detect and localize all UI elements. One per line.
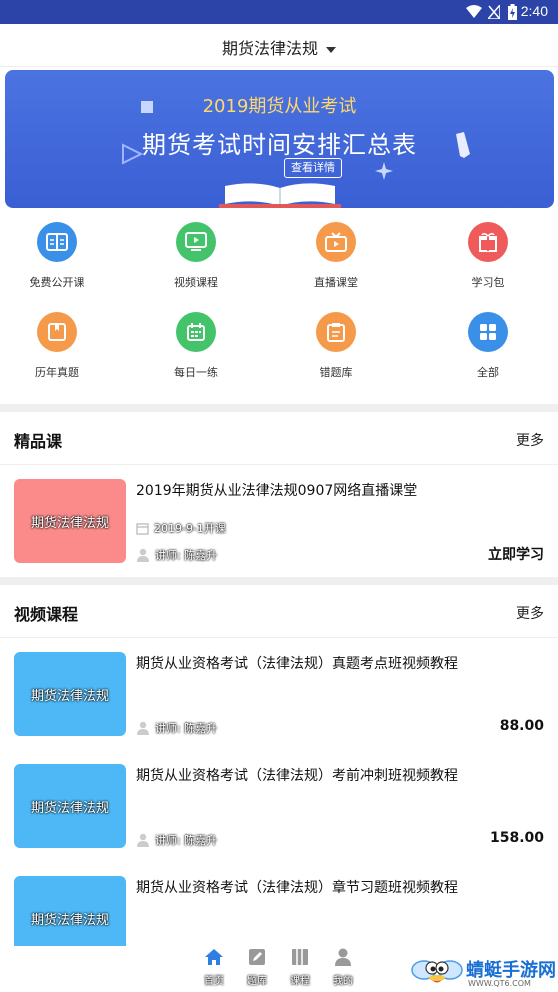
calendar-small-icon [136, 522, 149, 535]
subject-selector[interactable]: 期货法律法规 [0, 35, 558, 59]
teacher-name: 讲师: 陈嘉升 [155, 549, 218, 562]
status-bar: 2:40 [0, 0, 558, 24]
top-bar: 期货法律法规 [0, 24, 558, 67]
banner-title: 期货考试时间安排汇总表 [142, 131, 417, 159]
gift-package-icon [468, 222, 508, 262]
video-course-card[interactable]: 期货法律法规 期货从业资格考试（法律法规）真题考点班视频教程 讲师: 陈嘉升 8… [0, 638, 558, 750]
course-title: 期货从业资格考试（法律法规）章节习题班视频教程 [136, 880, 458, 896]
menu-label: 历年真题 [35, 366, 79, 379]
menu-label: 直播课堂 [314, 276, 358, 289]
featured-section-header: 精品课 更多 [0, 412, 558, 465]
video-course-icon [176, 222, 216, 262]
course-teacher: 讲师: 陈嘉升 [136, 720, 217, 736]
calendar-icon [176, 312, 216, 352]
menu-item-study-package[interactable]: 学习包 [418, 214, 558, 304]
section-divider [0, 404, 558, 412]
open-book-illustration [219, 183, 341, 208]
teacher-name: 讲师: 陈嘉升 [155, 834, 218, 847]
menu-item-daily-practice[interactable]: 每日一练 [126, 304, 266, 394]
home-icon [205, 949, 223, 965]
course-date: 2019-9-1开课 [136, 520, 226, 536]
signal-off-icon [488, 5, 500, 19]
featured-more-link[interactable]: 更多 [516, 430, 544, 450]
grid-icon [468, 312, 508, 352]
section-title: 视频课程 [14, 605, 79, 624]
status-time: 2:40 [520, 3, 548, 19]
tab-label: 我的 [333, 976, 353, 987]
dragonfly-logo-icon [411, 960, 463, 983]
course-date-text: 2019-9-1开课 [154, 522, 226, 535]
video-section-header: 视频课程 更多 [0, 585, 558, 638]
caret-down-icon [326, 46, 336, 53]
open-course-icon [37, 222, 77, 262]
menu-item-free-course[interactable]: 免费公开课 [0, 214, 127, 304]
course-thumbnail: 期货法律法规 [14, 764, 126, 848]
live-class-icon [316, 222, 356, 262]
tab-label: 题库 [247, 976, 267, 987]
past-papers-icon [37, 312, 77, 352]
menu-label: 免费公开课 [29, 276, 85, 289]
menu-label: 全部 [477, 366, 499, 379]
clipboard-icon [316, 312, 356, 352]
course-title: 期货从业资格考试（法律法规）考前冲刺班视频教程 [136, 768, 458, 784]
menu-label: 学习包 [471, 276, 505, 289]
promo-banner[interactable]: 2019期货从业考试 期货考试时间安排汇总表 查看详情 [5, 70, 554, 208]
course-thumbnail: 期货法律法规 [14, 652, 126, 736]
menu-item-live-class[interactable]: 直播课堂 [266, 214, 406, 304]
start-study-button[interactable]: 立即学习 [488, 544, 544, 564]
sparkle-decoration-icon [375, 162, 393, 180]
menu-grid: 免费公开课 视频课程 直播课堂 学习包 历年真题 每日一练 错题库 全部 [0, 214, 558, 404]
person-icon [137, 721, 149, 735]
book-icon [292, 949, 308, 965]
menu-label: 错题库 [319, 366, 353, 379]
teacher-name: 讲师: 陈嘉升 [155, 722, 218, 735]
tab-courses[interactable]: 课程 [280, 948, 320, 987]
menu-label: 每日一练 [174, 366, 218, 379]
course-price: 88.00 [499, 718, 544, 734]
course-teacher: 讲师: 陈嘉升 [136, 547, 217, 563]
course-thumbnail: 期货法律法规 [14, 876, 126, 946]
banner-subtitle: 2019期货从业考试 [202, 96, 357, 117]
tab-profile[interactable]: 我的 [323, 948, 363, 987]
course-thumbnail: 期货法律法规 [14, 479, 126, 563]
person-icon [137, 548, 149, 562]
menu-label: 视频课程 [174, 276, 218, 289]
course-title: 2019年期货从业法律法规0907网络直播课堂 [136, 483, 418, 499]
tab-home[interactable]: 首页 [194, 948, 234, 987]
wifi-icon [466, 5, 482, 18]
section-divider [0, 577, 558, 585]
course-title: 期货从业资格考试（法律法规）真题考点班视频教程 [136, 656, 458, 672]
battery-icon [508, 4, 517, 20]
section-title: 精品课 [14, 432, 63, 451]
tab-label: 首页 [204, 976, 224, 987]
video-course-card[interactable]: 期货法律法规 期货从业资格考试（法律法规）考前冲刺班视频教程 讲师: 陈嘉升 1… [0, 750, 558, 862]
person-icon [137, 833, 149, 847]
watermark: 蜻蜓手游网 WWW.QT6.COM [410, 952, 558, 992]
course-price: 158.00 [489, 830, 544, 846]
user-icon [335, 948, 351, 966]
menu-item-wrong-questions[interactable]: 错题库 [266, 304, 406, 394]
subject-title: 期货法律法规 [221, 39, 318, 58]
banner-details-button[interactable]: 查看详情 [284, 158, 342, 178]
course-teacher: 讲师: 陈嘉升 [136, 832, 217, 848]
video-course-card[interactable]: 期货法律法规 期货从业资格考试（法律法规）章节习题班视频教程 [0, 862, 558, 946]
watermark-url: WWW.QT6.COM [468, 979, 531, 988]
menu-item-all[interactable]: 全部 [418, 304, 558, 394]
featured-course-card[interactable]: 期货法律法规 2019年期货从业法律法规0907网络直播课堂 2019-9-1开… [0, 465, 558, 577]
menu-item-video-course[interactable]: 视频课程 [126, 214, 266, 304]
tab-question-bank[interactable]: 题库 [237, 948, 277, 987]
edit-icon [249, 949, 265, 965]
menu-item-past-papers[interactable]: 历年真题 [0, 304, 127, 394]
tab-label: 课程 [290, 976, 310, 987]
video-more-link[interactable]: 更多 [516, 603, 544, 623]
